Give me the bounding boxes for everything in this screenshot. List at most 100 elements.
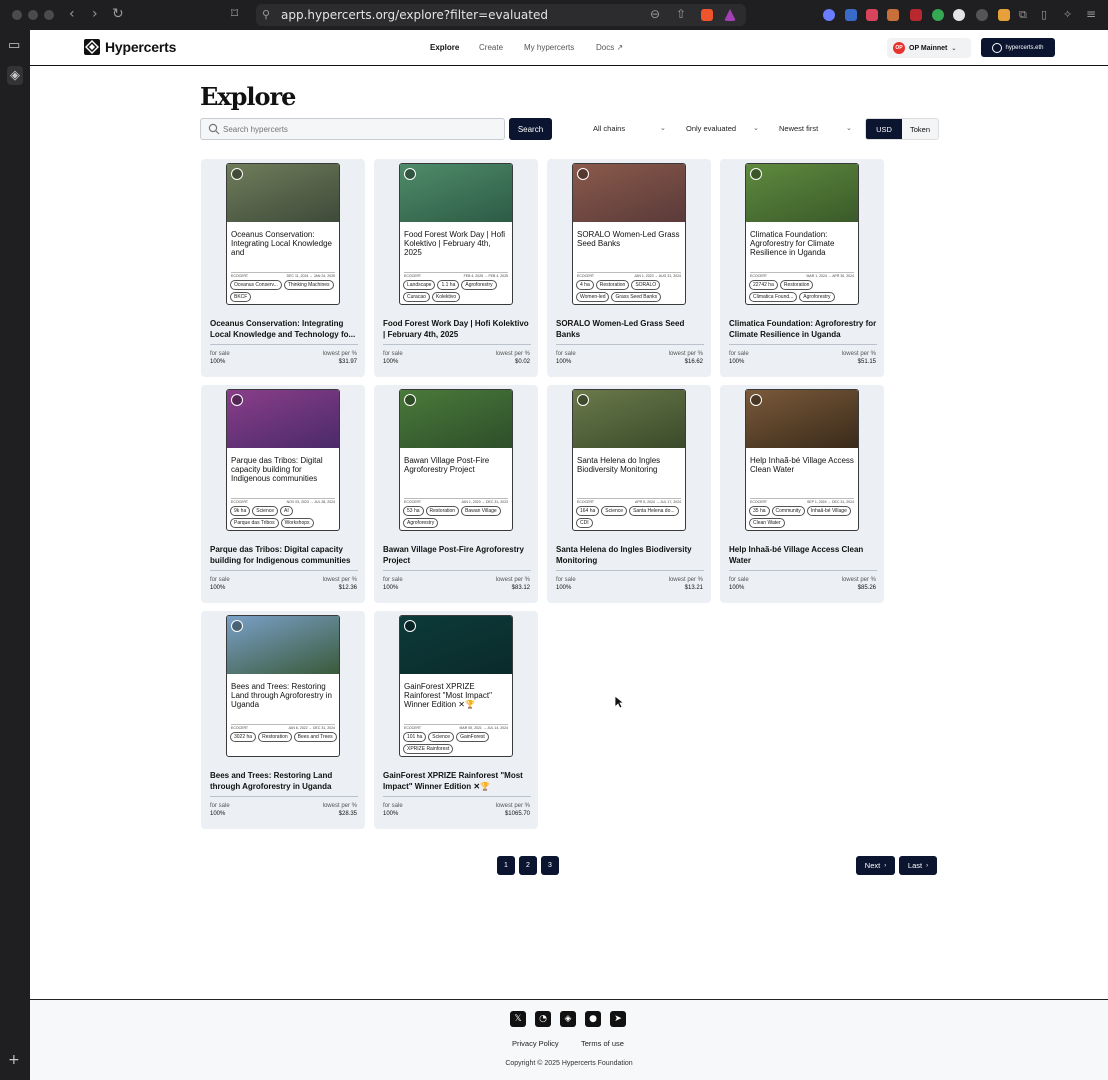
extension-icon[interactable] [887,9,899,21]
extension-icon[interactable] [823,9,835,21]
hypercert-card[interactable]: Oceanus Conservation: Integrating Local … [201,159,365,377]
card-tag: 164 ha [576,506,600,516]
extension-icon[interactable] [953,9,965,21]
nav-explore[interactable]: Explore [430,43,459,52]
search-input[interactable] [223,122,493,137]
card-title[interactable]: Help Inhaã-bé Village Access Clean Water [729,545,877,567]
chain-selector[interactable]: OP OP Mainnet ⌄ [887,38,971,58]
card-divider [729,570,877,571]
brand-logo[interactable]: Hypercerts [83,38,176,56]
reload-icon[interactable]: ↻ [112,6,124,22]
extension-icon[interactable] [976,9,988,21]
hypercert-card[interactable]: GainForest XPRIZE Rainforest "Most Impac… [374,611,538,829]
forward-icon[interactable]: › [92,6,98,22]
hypercert-card[interactable]: Santa Helena do Ingles Biodiversity Moni… [547,385,711,603]
site-settings-icon[interactable]: ⚲ [262,8,270,21]
adblock-icon[interactable] [910,9,922,21]
preview-title: Help Inhaã-bé Village Access Clean Water [750,456,854,474]
terms-link[interactable]: Terms of use [581,1039,624,1048]
preview-title: Oceanus Conservation: Integrating Local … [231,230,332,257]
card-title[interactable]: SORALO Women-Led Grass Seed Banks [556,319,704,341]
card-title[interactable]: Food Forest Work Day | Hofi Kolektivo | … [383,319,531,341]
card-tag: Curacao [403,292,430,302]
card-title[interactable]: Climatica Foundation: Agroforestry for C… [729,319,877,341]
back-icon[interactable]: ‹ [69,6,75,22]
price-label: lowest per % [841,577,876,583]
last-page-button[interactable]: Last › [899,856,937,875]
preview-issuer: ECOCERT [404,726,422,730]
nav-create[interactable]: Create [479,43,503,52]
evaluation-filter-dropdown[interactable]: Only evaluated ⌄ [686,124,760,133]
project-logo-icon [404,620,416,632]
pocket-icon[interactable] [866,9,878,21]
page-1-button[interactable]: 1 [497,856,515,875]
price-value: $51.15 [857,359,876,365]
hypercert-card[interactable]: SORALO Women-Led Grass Seed Banks ECOCERT… [547,159,711,377]
bookmark-icon[interactable]: ⌑ [231,6,238,22]
price-value: $16.62 [684,359,703,365]
extension-icon[interactable] [932,9,944,21]
card-tag: Grass Seed Banks [611,292,662,302]
card-tag: 53 ha [403,506,424,516]
window-zoom-button[interactable] [44,10,54,20]
url-text[interactable]: app.hypercerts.org/explore?filter=evalua… [281,8,548,22]
for-sale-label: for sale [210,803,230,809]
currency-token[interactable]: Token [902,119,938,139]
hypercert-preview: Parque das Tribos: Digital capacity buil… [226,389,340,531]
brave-shield-icon[interactable] [701,9,713,21]
page-3-button[interactable]: 3 [541,856,559,875]
hypercert-card[interactable]: Food Forest Work Day | Hofi Kolektivo | … [374,159,538,377]
card-title[interactable]: Bawan Village Post-Fire Agroforestry Pro… [383,545,531,567]
currency-usd[interactable]: USD [866,119,902,139]
card-title[interactable]: Santa Helena do Ingles Biodiversity Moni… [556,545,704,567]
chevron-down-icon: ⌄ [951,45,957,52]
privacy-policy-link[interactable]: Privacy Policy [512,1039,559,1048]
sort-dropdown[interactable]: Newest first ⌄ [779,124,855,133]
nav-docs[interactable]: Docs ↗ [596,43,623,52]
hypercerts-app-icon[interactable]: ◈ [7,66,23,85]
hypercert-card[interactable]: Climatica Foundation: Agroforestry for C… [720,159,884,377]
hypercert-preview: GainForest XPRIZE Rainforest "Most Impac… [399,615,513,757]
next-page-button[interactable]: Next › [856,856,895,875]
window-close-button[interactable] [12,10,22,20]
hypercerts-icon[interactable]: ◈ [560,1011,576,1027]
for-sale-value: 100% [729,585,745,591]
preview-issuer: ECOCERT [750,274,768,278]
nav-my-hypercerts[interactable]: My hypercerts [524,43,574,52]
leo-icon[interactable]: ✧ [1063,8,1072,21]
sidebar-panel-icon[interactable]: ▭ [8,38,20,53]
zoom-icon[interactable]: ⊖ [650,7,660,21]
menu-icon[interactable]: ≡ [1086,7,1096,21]
chevron-down-icon: ⌄ [846,125,852,132]
page-2-button[interactable]: 2 [519,856,537,875]
wallet-button[interactable]: hypercerts.eth [981,38,1055,57]
sidebar-toggle-icon[interactable]: ▯ [1041,8,1047,21]
share-icon[interactable]: ⇧ [676,7,686,21]
telegram-icon[interactable]: ➤ [610,1011,626,1027]
hypercert-card[interactable]: Parque das Tribos: Digital capacity buil… [201,385,365,603]
chain-filter-dropdown[interactable]: All chains ⌄ [593,124,666,133]
wallet-avatar-icon [992,42,1003,53]
add-icon[interactable]: + [8,1052,20,1068]
extensions-icon[interactable]: ⧉ [1019,8,1027,22]
price-label: lowest per % [322,351,357,357]
window-minimize-button[interactable] [28,10,38,20]
for-sale-label: for sale [729,577,749,583]
card-title[interactable]: Parque das Tribos: Digital capacity buil… [210,545,358,567]
extension-icon[interactable] [845,9,857,21]
x-icon[interactable]: 𝕏 [510,1011,526,1027]
hypercert-card[interactable]: Bees and Trees: Restoring Land through A… [201,611,365,829]
extension-icon[interactable] [998,9,1010,21]
search-button[interactable]: Search [509,118,552,140]
discord-icon[interactable]: ◔ [535,1011,551,1027]
card-title[interactable]: Bees and Trees: Restoring Land through A… [210,771,358,793]
hypercert-card[interactable]: Help Inhaã-bé Village Access Clean Water… [720,385,884,603]
card-title[interactable]: GainForest XPRIZE Rainforest "Most Impac… [383,771,531,793]
chain-label: OP Mainnet [909,44,948,52]
hypercert-card[interactable]: Bawan Village Post-Fire Agroforestry Pro… [374,385,538,603]
card-title[interactable]: Oceanus Conservation: Integrating Local … [210,319,358,341]
search-field[interactable] [200,118,505,140]
project-logo-icon [750,168,762,180]
project-logo-icon [231,394,243,406]
github-icon[interactable]: ● [585,1011,601,1027]
